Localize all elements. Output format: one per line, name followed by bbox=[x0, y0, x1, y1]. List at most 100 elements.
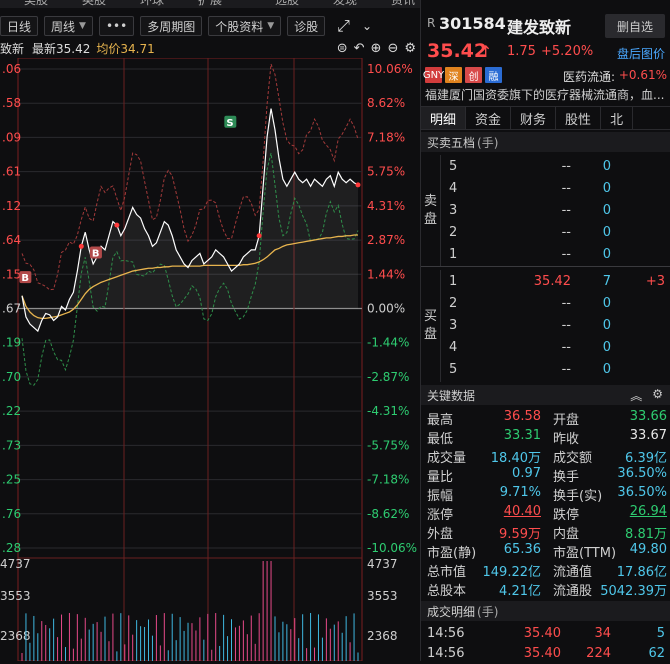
sell-row[interactable]: 1 -- 0 bbox=[441, 244, 670, 266]
buy-label-1: 买 bbox=[423, 309, 437, 324]
undo-icon[interactable]: ↶ bbox=[354, 41, 365, 56]
sell-row[interactable]: 2 -- 0 bbox=[441, 222, 670, 244]
tab-capital[interactable]: 资金 bbox=[466, 107, 512, 129]
y-tick-label: .70 bbox=[2, 370, 21, 384]
buy-row[interactable]: 4 -- 0 bbox=[441, 337, 670, 359]
buy-row[interactable]: 2 -- 0 bbox=[441, 293, 670, 315]
stock-name-fragment: 致新 bbox=[0, 41, 25, 56]
key-data-value: 33.66 bbox=[629, 409, 667, 424]
trade-count: 62 bbox=[648, 646, 665, 661]
trade-time: 14:56 bbox=[427, 626, 465, 641]
top-menu-item[interactable]: 资讯 bbox=[391, 0, 415, 8]
y-tick-label: .67 bbox=[2, 302, 21, 316]
diagnose-button[interactable]: 诊股 bbox=[287, 16, 326, 36]
buy-price: -- bbox=[561, 362, 571, 377]
y-pct-tick-label: 5.75% bbox=[367, 165, 405, 179]
key-data-label: 外盘 bbox=[427, 527, 454, 542]
price-change-pct: +5.20% bbox=[541, 44, 594, 59]
key-data-label: 总市值 bbox=[427, 565, 467, 580]
key-data-value: 8.81万 bbox=[625, 527, 667, 542]
sell-row[interactable]: 5 -- 0 bbox=[441, 156, 670, 178]
buy-price: -- bbox=[561, 318, 571, 333]
buy-volume: 0 bbox=[602, 362, 611, 377]
trade-row: 14:56 35.40 224 62 bbox=[421, 644, 670, 661]
y-tick-label: .15 bbox=[2, 267, 21, 281]
key-data-value: 18.40万 bbox=[490, 451, 541, 466]
up-arrow-icon: ↑ bbox=[479, 42, 493, 61]
trade-price: 35.40 bbox=[523, 626, 561, 641]
key-data-label: 昨收 bbox=[553, 432, 580, 447]
tab-finance[interactable]: 财务 bbox=[511, 107, 557, 129]
weekly-button[interactable]: 周线 ▼ bbox=[44, 16, 93, 36]
chart-frame bbox=[17, 57, 363, 662]
buy-row[interactable]: 3 -- 0 bbox=[441, 315, 670, 337]
stock-description[interactable]: 福建厦门国资委旗下的医疗器械流通商，血... bbox=[425, 86, 669, 104]
tab-character[interactable]: 股性 bbox=[556, 107, 602, 129]
sell-row[interactable]: 3 -- 0 bbox=[441, 200, 670, 222]
more-button[interactable]: ••• bbox=[98, 16, 135, 36]
key-data-row: 成交量 18.40万 成交额 6.39亿 bbox=[421, 446, 670, 466]
trade-marker-label: B bbox=[92, 248, 100, 259]
y-tick-label: .61 bbox=[2, 165, 21, 179]
chart-toolbar: 日线 周线 ▼ ••• 多周期图 个股资料 ▼ 诊股 ⤢ ⌄ bbox=[0, 14, 420, 38]
quote-panel: R 301584 建发致新 删自选 35.42 ↑ 1.75 +5.20% 盘后… bbox=[420, 0, 670, 661]
intraday-chart[interactable]: .06 10.06% .58 8.62% .09 7.18% .61 5.75% .12 4.31… bbox=[0, 57, 420, 662]
remove-watchlist-label: 删自选 bbox=[616, 19, 653, 34]
after-hours-link[interactable]: 盘后图价 bbox=[617, 45, 665, 62]
weekly-label: 周线 bbox=[51, 19, 76, 34]
top-menu-item[interactable]: 扩展 bbox=[198, 0, 222, 8]
trade-row: 14:56 35.40 34 5 bbox=[421, 624, 670, 646]
expand-icon[interactable]: ⤢ bbox=[337, 16, 350, 36]
sell-row[interactable]: 4 -- 0 bbox=[441, 178, 670, 200]
collapse-up-icon[interactable]: ︽ bbox=[630, 387, 642, 404]
top-menu-item[interactable]: 发现 bbox=[333, 0, 357, 8]
buy-label-2: 盘 bbox=[423, 327, 437, 342]
sell-label-2: 盘 bbox=[423, 211, 437, 227]
tab-north[interactable]: 北 bbox=[601, 107, 634, 129]
daily-button[interactable]: 日线 bbox=[0, 16, 39, 36]
buy-row[interactable]: 1 35.42 7 +3 bbox=[441, 271, 670, 293]
y-tick-label: .73 bbox=[2, 438, 21, 452]
top-menu-item[interactable]: 选股 bbox=[275, 0, 299, 8]
gear-icon[interactable]: ⚙ bbox=[652, 387, 663, 404]
multi-period-button[interactable]: 多周期图 bbox=[140, 16, 203, 36]
sell-label-1: 卖 bbox=[423, 193, 437, 209]
diagnose-label: 诊股 bbox=[294, 19, 319, 34]
zoom-in-icon[interactable]: ⊕ bbox=[371, 41, 382, 56]
key-data-label: 市盈(静) bbox=[427, 546, 477, 561]
stock-info-button[interactable]: 个股资料 ▼ bbox=[208, 16, 282, 36]
key-data-label: 最高 bbox=[427, 413, 454, 428]
y-pct-tick-label: 1.44% bbox=[367, 267, 405, 281]
key-data-value: 149.22亿 bbox=[482, 565, 542, 580]
orderbook-header: 买卖五档 (手) bbox=[421, 132, 670, 152]
buy-volume: 0 bbox=[602, 340, 611, 355]
key-data-row: 涨停 40.40 跌停 26.94 bbox=[421, 503, 670, 523]
zoom-out-icon[interactable]: ⊖ bbox=[387, 41, 398, 56]
y-pct-tick-label: 8.62% bbox=[367, 96, 405, 110]
currency-icon[interactable]: ⊜ bbox=[337, 41, 348, 56]
trade-marker-label: S bbox=[226, 118, 233, 129]
chevron-down-icon[interactable]: ⌄ bbox=[362, 19, 372, 33]
trade-count: 5 bbox=[656, 626, 665, 641]
top-menu-item[interactable]: 英股 bbox=[82, 0, 106, 8]
key-data-value: 36.58 bbox=[503, 409, 541, 424]
y-pct-tick-label: -7.18% bbox=[367, 473, 409, 487]
gear-icon[interactable]: ⚙ bbox=[404, 41, 416, 56]
remove-watchlist-button[interactable]: 删自选 bbox=[605, 14, 665, 38]
sell-level: 5 bbox=[449, 159, 458, 174]
sector-label[interactable]: 医药流通: bbox=[563, 68, 615, 85]
sell-level: 4 bbox=[449, 181, 458, 196]
quote-titlebar: R 301584 建发致新 删自选 bbox=[421, 12, 670, 40]
buy-row[interactable]: 5 -- 0 bbox=[441, 359, 670, 381]
key-data-value: 0.97 bbox=[512, 466, 541, 481]
key-data-label: 量比 bbox=[427, 470, 454, 485]
sell-level: 2 bbox=[449, 225, 458, 240]
trades-unit: (手) bbox=[477, 604, 499, 619]
buy-volume: 7 bbox=[602, 274, 611, 289]
top-menu-item[interactable]: 美股 bbox=[24, 0, 48, 8]
sell-side-label: 卖 盘 bbox=[421, 155, 441, 266]
trade-price: 35.40 bbox=[523, 646, 561, 661]
top-menu-item[interactable]: 环球 bbox=[140, 0, 164, 8]
tab-detail[interactable]: 明细 bbox=[421, 107, 467, 129]
gny-tag-icon: GNY bbox=[423, 67, 444, 83]
